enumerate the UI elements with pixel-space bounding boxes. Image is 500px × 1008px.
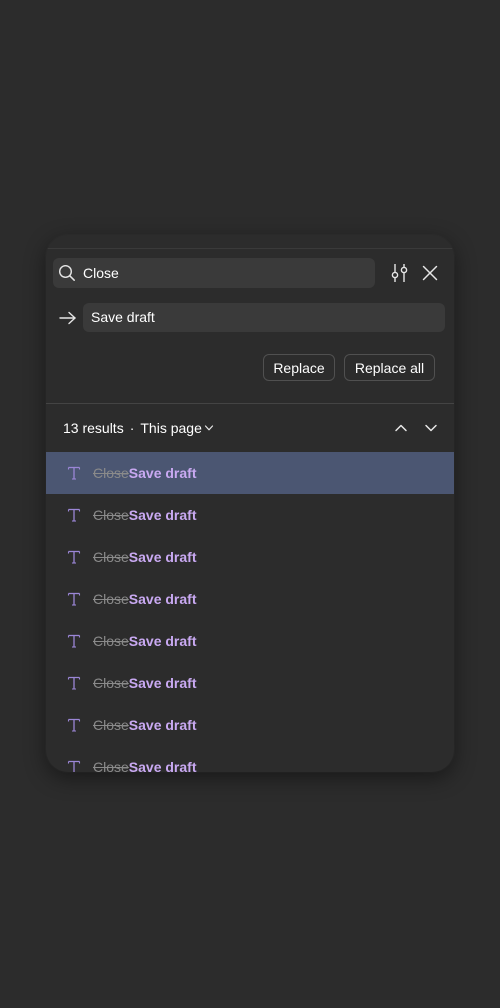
replacement-preview: Save draft (128, 717, 197, 733)
scope-dropdown[interactable]: This page (140, 420, 213, 436)
results-count: 13 results (63, 420, 124, 436)
matched-text: Close (93, 465, 129, 481)
result-text: CloseSave draft (93, 675, 197, 691)
matched-text: Close (93, 507, 129, 523)
replacement-preview: Save draft (128, 633, 197, 649)
matched-text: Close (93, 675, 129, 691)
text-layer-icon (67, 760, 81, 772)
result-row[interactable]: CloseSave draft (46, 494, 454, 536)
filter-sliders-icon (391, 264, 408, 282)
replacement-preview: Save draft (128, 675, 197, 691)
text-layer-icon (67, 466, 81, 480)
replace-value[interactable]: Save draft (91, 308, 155, 326)
text-layer-icon (67, 508, 81, 522)
replacement-preview: Save draft (128, 465, 197, 481)
replace-input[interactable]: Save draft (83, 303, 445, 332)
matched-text: Close (93, 633, 129, 649)
replace-all-button[interactable]: Replace all (344, 354, 435, 381)
separator-dot: · (129, 420, 135, 436)
result-row[interactable]: CloseSave draft (46, 704, 454, 746)
result-text: CloseSave draft (93, 759, 197, 772)
result-row[interactable]: CloseSave draft (46, 662, 454, 704)
arrow-right-icon (59, 311, 76, 325)
result-row[interactable]: CloseSave draft (46, 746, 454, 772)
next-result-button[interactable] (420, 417, 442, 439)
chevron-down-icon (425, 424, 437, 432)
result-row[interactable]: CloseSave draft (46, 578, 454, 620)
result-text: CloseSave draft (93, 465, 197, 481)
replacement-preview: Save draft (128, 549, 197, 565)
result-text: CloseSave draft (93, 633, 197, 649)
filter-button[interactable] (389, 262, 411, 284)
previous-result-button[interactable] (390, 417, 412, 439)
replacement-preview: Save draft (128, 507, 197, 523)
search-icon (58, 264, 75, 281)
result-text: CloseSave draft (93, 591, 197, 607)
result-text: CloseSave draft (93, 507, 197, 523)
result-row[interactable]: CloseSave draft (46, 452, 454, 494)
section-divider (46, 403, 454, 404)
result-row[interactable]: CloseSave draft (46, 536, 454, 578)
search-input[interactable]: Close (53, 258, 375, 288)
close-icon (422, 265, 438, 281)
replace-button[interactable]: Replace (263, 354, 335, 381)
chevron-up-icon (395, 424, 407, 432)
result-row[interactable]: CloseSave draft (46, 620, 454, 662)
matched-text: Close (93, 549, 129, 565)
replacement-preview: Save draft (128, 591, 197, 607)
find-replace-panel: Close Save draft Replace Replace all 13 … (46, 235, 454, 772)
results-summary: 13 results · This page (63, 420, 214, 436)
scope-label[interactable]: This page (140, 420, 201, 436)
matched-text: Close (93, 717, 129, 733)
close-button[interactable] (419, 262, 441, 284)
text-layer-icon (67, 634, 81, 648)
search-query[interactable]: Close (83, 264, 119, 282)
matched-text: Close (93, 759, 129, 772)
result-text: CloseSave draft (93, 717, 197, 733)
result-text: CloseSave draft (93, 549, 197, 565)
replacement-preview: Save draft (128, 759, 197, 772)
text-layer-icon (67, 592, 81, 606)
panel-top-divider (46, 248, 454, 249)
text-layer-icon (67, 718, 81, 732)
text-layer-icon (67, 676, 81, 690)
text-layer-icon (67, 550, 81, 564)
chevron-down-icon (204, 425, 213, 431)
results-list: CloseSave draft CloseSave draft CloseSav… (46, 452, 454, 772)
matched-text: Close (93, 591, 129, 607)
